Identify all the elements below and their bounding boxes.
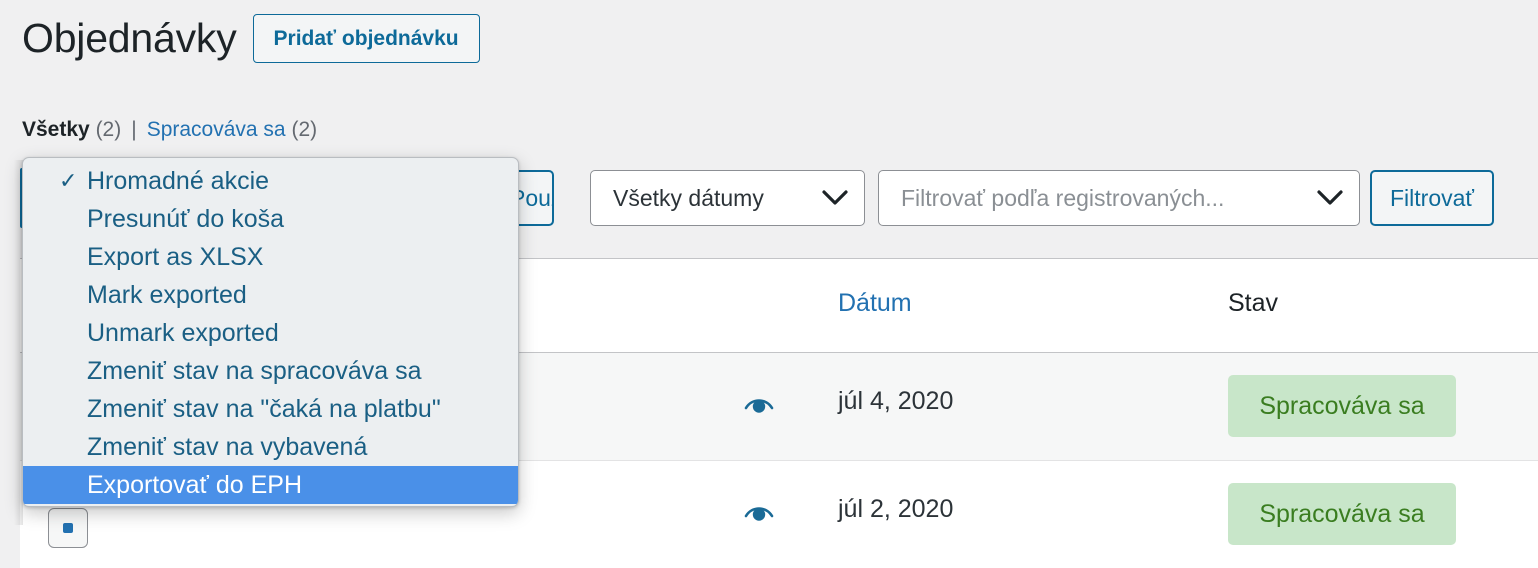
bulk-action-label: Zmeniť stav na "čaká na platbu" — [87, 395, 441, 424]
view-all-label[interactable]: Všetky — [22, 118, 90, 142]
bulk-action-label: Export as XLSX — [87, 243, 263, 272]
bulk-action-item[interactable]: Unmark exported — [23, 314, 518, 352]
chevron-down-icon — [1317, 190, 1343, 206]
column-header-status: Stav — [1228, 289, 1278, 318]
date-filter-select[interactable]: Všetky dátumy — [590, 170, 865, 226]
status-badge: Spracováva sa — [1228, 375, 1456, 437]
bulk-actions-dropdown[interactable]: ✓ Hromadné akcie Presunúť do koša Export as… — [22, 157, 519, 507]
bulk-action-label: Presunúť do koša — [87, 205, 284, 234]
check-icon: ✓ — [59, 170, 77, 192]
eye-icon[interactable] — [742, 391, 776, 421]
views-separator: | — [131, 118, 136, 142]
bulk-action-item[interactable]: Mark exported — [23, 276, 518, 314]
bulk-action-label: Exportovať do EPH — [87, 471, 302, 500]
page-title: Objednávky — [22, 14, 237, 63]
column-header-date[interactable]: Dátum — [838, 289, 912, 318]
order-date: júl 2, 2020 — [838, 495, 953, 524]
bulk-action-item[interactable]: ✓ Hromadné akcie — [23, 162, 518, 200]
page-header: Objednávky Pridať objednávku — [22, 14, 480, 63]
row-toggle-button[interactable] — [48, 508, 88, 548]
bulk-action-item[interactable]: Exportovať do EPH — [23, 466, 518, 504]
view-processing-count: (2) — [291, 118, 317, 142]
view-processing-link[interactable]: Spracováva sa — [147, 118, 286, 142]
bulk-action-label: Hromadné akcie — [87, 167, 269, 196]
bulk-action-label: Mark exported — [87, 281, 247, 310]
bulk-action-label: Zmeniť stav na vybavená — [87, 433, 367, 462]
bulk-action-item[interactable]: Export as XLSX — [23, 238, 518, 276]
bulk-action-item[interactable]: Presunúť do koša — [23, 200, 518, 238]
filter-button[interactable]: Filtrovať — [1370, 170, 1494, 226]
registered-filter-placeholder: Filtrovať podľa registrovaných... — [901, 185, 1224, 212]
views-filter-list: Všetky (2) | Spracováva sa (2) — [22, 118, 317, 142]
registered-filter-select[interactable]: Filtrovať podľa registrovaných... — [878, 170, 1360, 226]
bulk-action-label: Zmeniť stav na spracováva sa — [87, 357, 422, 386]
eye-icon[interactable] — [742, 499, 776, 529]
view-all-count: (2) — [96, 118, 122, 142]
date-filter-value: Všetky dátumy — [613, 185, 764, 212]
bulk-action-item[interactable]: Zmeniť stav na vybavená — [23, 428, 518, 466]
bulk-action-item[interactable]: Zmeniť stav na spracováva sa — [23, 352, 518, 390]
admin-orders-page: Objednávky Pridať objednávku Všetky (2) … — [0, 0, 1538, 568]
add-order-button[interactable]: Pridať objednávku — [253, 14, 480, 63]
bulk-action-item[interactable]: Zmeniť stav na "čaká na platbu" — [23, 390, 518, 428]
toggle-dot-icon — [63, 523, 73, 533]
order-date: júl 4, 2020 — [838, 387, 953, 416]
bulk-action-label: Unmark exported — [87, 319, 279, 348]
chevron-down-icon — [822, 190, 848, 206]
status-badge: Spracováva sa — [1228, 483, 1456, 545]
